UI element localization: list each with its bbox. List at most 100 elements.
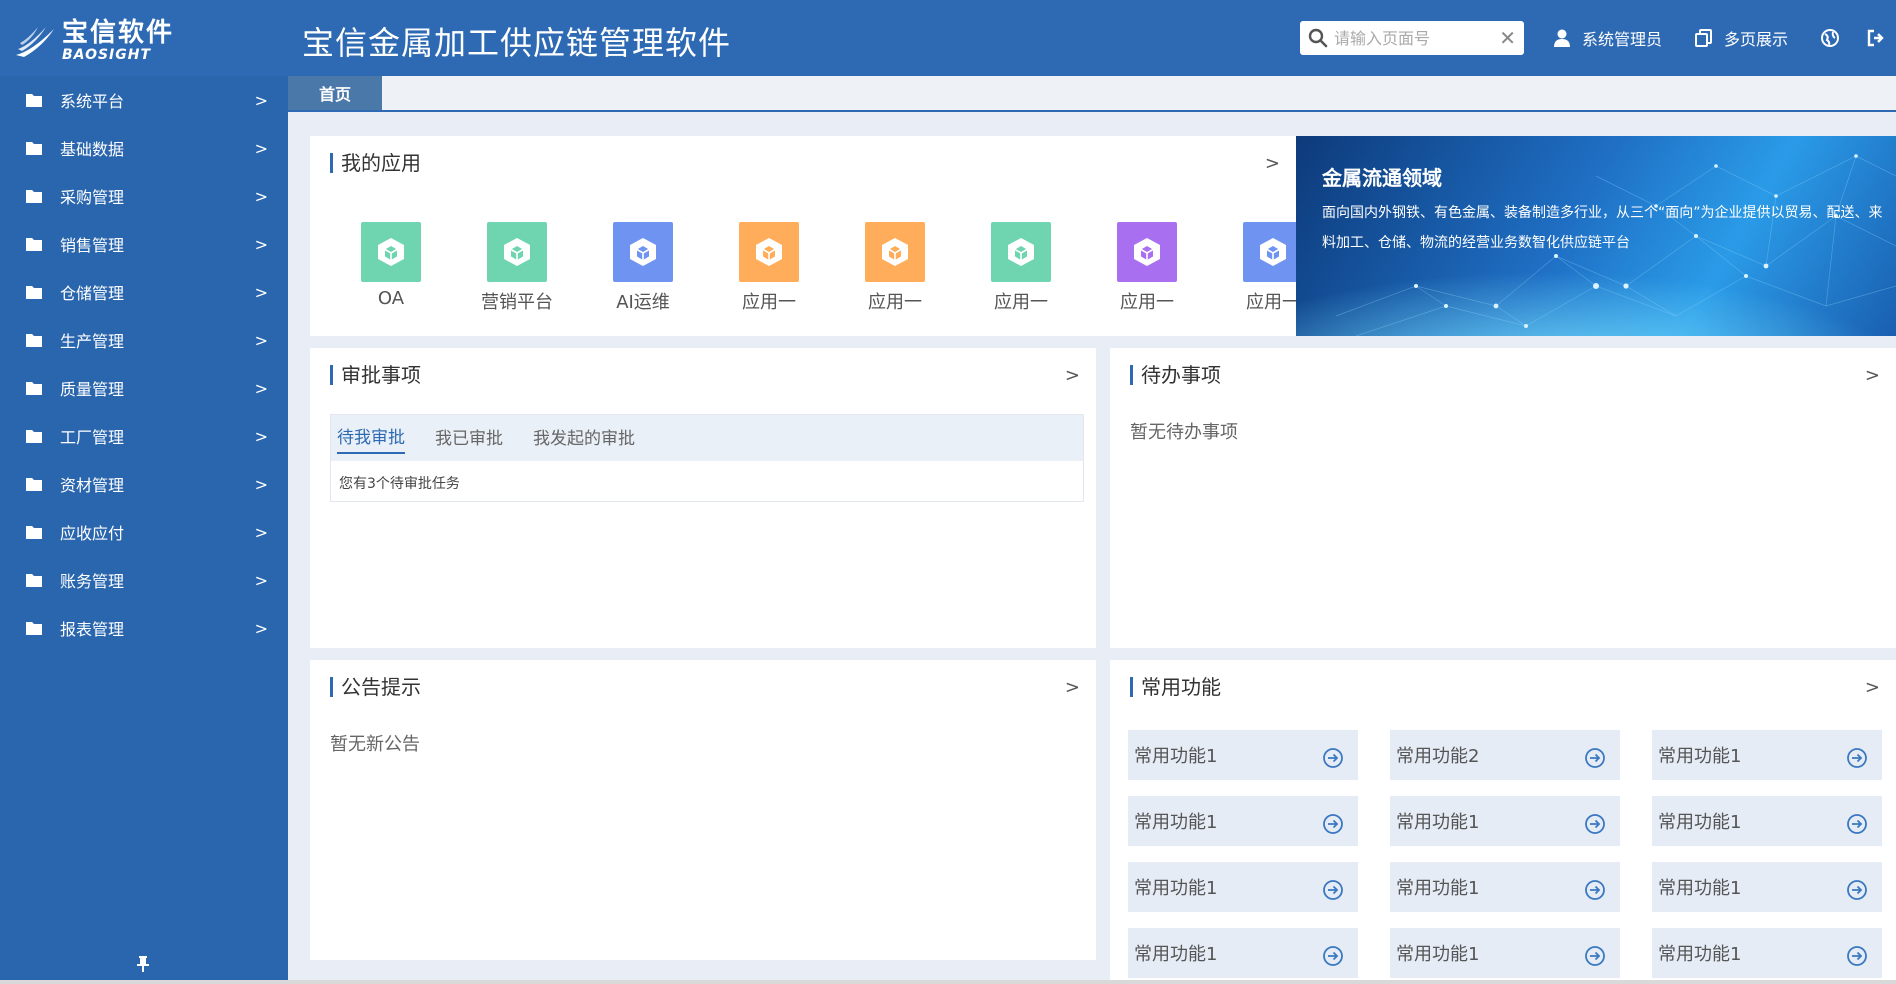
tab-approved-by-me[interactable]: 我已审批 xyxy=(435,424,503,453)
multipage-button[interactable]: 多页展示 xyxy=(1694,26,1788,50)
sidebar-item[interactable]: 采购管理 > xyxy=(0,172,288,220)
notice-empty-text: 暂无新公告 xyxy=(330,734,420,755)
my-apps-more-button[interactable]: > xyxy=(1265,153,1280,174)
cube-icon xyxy=(630,238,656,266)
app-label: 营销平台 xyxy=(481,292,553,313)
promo-banner: 金属流通领域 面向国内外钢铁、有色金属、装备制造多行业，从三个“面向”为企业提供… xyxy=(1296,136,1896,336)
page-search-box: ✕ xyxy=(1300,21,1524,55)
function-button[interactable]: 常用功能1 xyxy=(1652,862,1882,912)
copy-icon xyxy=(1695,29,1712,47)
sidebar-item[interactable]: 系统平台 > xyxy=(0,76,288,124)
folder-icon xyxy=(26,141,42,155)
tab-home[interactable]: 首页 xyxy=(288,76,382,110)
notice-more-button[interactable]: > xyxy=(1065,677,1080,698)
app-item[interactable]: 应用一 xyxy=(958,222,1084,314)
function-button[interactable]: 常用功能1 xyxy=(1128,730,1358,780)
arrow-circle-icon xyxy=(1584,813,1606,835)
app-tile xyxy=(361,222,421,282)
app-list: OA 营销平台 AI运维 应用一 应用一 应用一 应用一 应用一 xyxy=(328,222,1336,314)
arrow-circle-icon xyxy=(1322,813,1344,835)
sidebar-item[interactable]: 账务管理 > xyxy=(0,556,288,604)
app-item[interactable]: OA xyxy=(328,222,454,314)
approvals-box: 待我审批 我已审批 我发起的审批 您有3个待审批任务 xyxy=(330,414,1084,502)
approvals-message[interactable]: 您有3个待审批任务 xyxy=(331,461,1083,505)
sidebar: 系统平台 > 基础数据 > 采购管理 > 销售管理 > 仓储管理 > 生产管理 > 质量管理 > 工厂管理 >… xyxy=(0,76,288,984)
tab-initiated-by-me[interactable]: 我发起的审批 xyxy=(533,424,635,453)
globe-icon[interactable] xyxy=(1820,28,1840,48)
app-tile xyxy=(739,222,799,282)
chevron-right-icon: > xyxy=(254,618,268,638)
arrow-circle-icon xyxy=(1846,813,1868,835)
sidebar-item[interactable]: 销售管理 > xyxy=(0,220,288,268)
folder-icon xyxy=(26,237,42,251)
sidebar-item[interactable]: 质量管理 > xyxy=(0,364,288,412)
todo-empty-text: 暂无待办事项 xyxy=(1130,422,1238,443)
functions-panel: 常用功能 > 常用功能1 常用功能2 常用功能1 常用功能1 常用功能1 常用功能1 常用功… xyxy=(1110,660,1896,984)
cube-icon xyxy=(504,238,530,266)
app-item[interactable]: 应用一 xyxy=(832,222,958,314)
app-label: AI运维 xyxy=(616,292,670,313)
functions-more-button[interactable]: > xyxy=(1865,677,1880,698)
chevron-right-icon: > xyxy=(254,378,268,398)
function-label: 常用功能1 xyxy=(1134,878,1218,899)
notice-panel: 公告提示 > 暂无新公告 xyxy=(310,660,1096,960)
arrow-circle-icon xyxy=(1584,747,1606,769)
function-button[interactable]: 常用功能2 xyxy=(1390,730,1620,780)
app-tile xyxy=(865,222,925,282)
tab-pending-approval[interactable]: 待我审批 xyxy=(337,423,405,454)
sidebar-item[interactable]: 仓储管理 > xyxy=(0,268,288,316)
function-button[interactable]: 常用功能1 xyxy=(1390,796,1620,846)
approvals-tabs: 待我审批 我已审批 我发起的审批 xyxy=(331,415,1083,461)
function-button[interactable]: 常用功能1 xyxy=(1128,862,1358,912)
function-button[interactable]: 常用功能1 xyxy=(1390,862,1620,912)
approvals-title: 审批事项 xyxy=(330,365,421,385)
arrow-circle-icon xyxy=(1846,945,1868,967)
sidebar-item[interactable]: 报表管理 > xyxy=(0,604,288,652)
function-label: 常用功能1 xyxy=(1396,878,1480,899)
baosight-logo[interactable]: 宝信软件 BAOSIGHT xyxy=(14,18,174,64)
sidebar-item[interactable]: 生产管理 > xyxy=(0,316,288,364)
function-button[interactable]: 常用功能1 xyxy=(1652,928,1882,978)
approvals-more-button[interactable]: > xyxy=(1065,365,1080,386)
user-menu-button[interactable]: 系统管理员 xyxy=(1552,26,1662,50)
app-item[interactable]: 营销平台 xyxy=(454,222,580,314)
function-button[interactable]: 常用功能1 xyxy=(1128,928,1358,978)
app-label: 应用一 xyxy=(1246,292,1300,313)
chevron-right-icon: > xyxy=(254,522,268,542)
sidebar-item[interactable]: 基础数据 > xyxy=(0,124,288,172)
function-button[interactable]: 常用功能1 xyxy=(1652,796,1882,846)
sidebar-item[interactable]: 应收应付 > xyxy=(0,508,288,556)
folder-icon xyxy=(26,525,42,539)
app-item[interactable]: AI运维 xyxy=(580,222,706,314)
cube-icon xyxy=(1008,238,1034,266)
chevron-right-icon: > xyxy=(254,282,268,302)
sidebar-item[interactable]: 资材管理 > xyxy=(0,460,288,508)
function-label: 常用功能1 xyxy=(1396,812,1480,833)
folder-icon xyxy=(26,573,42,587)
close-icon[interactable]: ✕ xyxy=(1499,28,1516,48)
chevron-right-icon: > xyxy=(254,234,268,254)
folder-icon xyxy=(26,285,42,299)
app-item[interactable]: 应用一 xyxy=(706,222,832,314)
function-label: 常用功能1 xyxy=(1134,812,1218,833)
app-label: 应用一 xyxy=(868,292,922,313)
function-button[interactable]: 常用功能1 xyxy=(1390,928,1620,978)
arrow-circle-icon xyxy=(1584,945,1606,967)
arrow-circle-icon xyxy=(1322,879,1344,901)
function-button[interactable]: 常用功能1 xyxy=(1652,730,1882,780)
todo-more-button[interactable]: > xyxy=(1865,365,1880,386)
app-item[interactable]: 应用一 xyxy=(1084,222,1210,314)
pin-icon[interactable] xyxy=(136,956,150,972)
function-button[interactable]: 常用功能1 xyxy=(1128,796,1358,846)
chevron-right-icon: > xyxy=(254,570,268,590)
bottom-scrollbar xyxy=(0,980,1896,984)
logout-icon[interactable] xyxy=(1866,28,1886,48)
search-icon[interactable] xyxy=(1308,28,1328,48)
user-icon xyxy=(1554,29,1570,47)
sidebar-item-label: 采购管理 xyxy=(60,188,125,207)
cube-icon xyxy=(1134,238,1160,266)
sidebar-item[interactable]: 工厂管理 > xyxy=(0,412,288,460)
page-search-input[interactable] xyxy=(1334,28,1494,48)
logo-cn: 宝信软件 xyxy=(62,18,175,48)
sidebar-menu: 系统平台 > 基础数据 > 采购管理 > 销售管理 > 仓储管理 > 生产管理 > 质量管理 > 工厂管理 >… xyxy=(0,76,288,652)
